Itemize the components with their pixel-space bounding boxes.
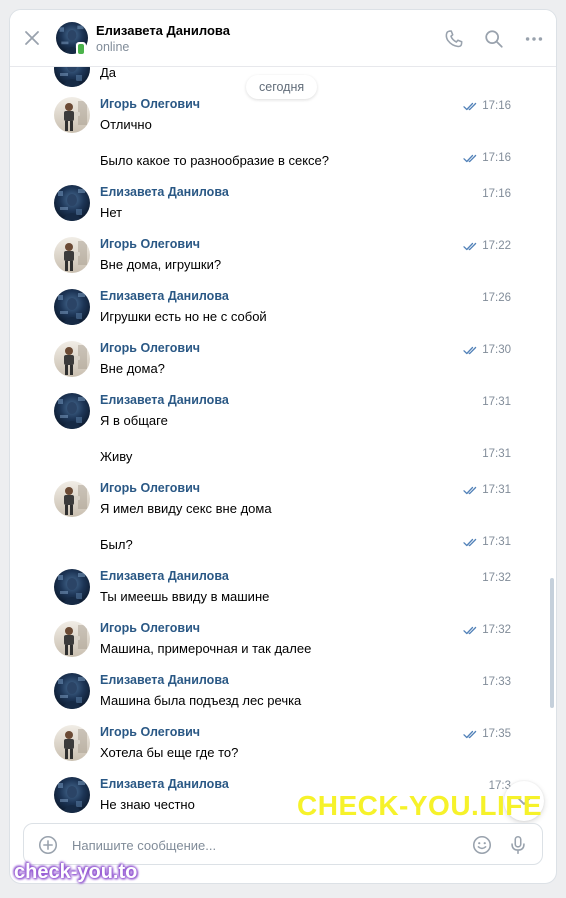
message-author[interactable]: Игорь Олегович xyxy=(100,237,200,251)
chat-window: Елизавета Данилова online Да сегодня Иго… xyxy=(9,9,557,884)
message-text: Да xyxy=(100,67,117,80)
avatar[interactable] xyxy=(54,67,90,87)
message-text: Машина была подъезд лес речка xyxy=(100,693,302,708)
microphone-icon[interactable] xyxy=(507,834,529,856)
avatar[interactable] xyxy=(54,185,90,221)
avatar[interactable] xyxy=(54,725,90,761)
read-check-icon xyxy=(463,626,478,635)
avatar[interactable] xyxy=(54,237,90,273)
message-time: 17:35 xyxy=(482,728,511,740)
attach-plus-icon[interactable] xyxy=(37,834,59,856)
message-author[interactable]: Игорь Олегович xyxy=(100,481,200,495)
message-history[interactable]: Да сегодня Игорь Олегович Отлично 17:16 … xyxy=(10,67,556,822)
message-text: Хотела бы еще где то? xyxy=(100,745,239,760)
avatar[interactable] xyxy=(54,97,90,133)
message-time: 17:22 xyxy=(482,240,511,252)
avatar[interactable] xyxy=(54,621,90,657)
message-time: 17:26 xyxy=(482,292,511,304)
watermark-large: CHECK-YOU.LIFE xyxy=(297,790,542,821)
date-divider: сегодня xyxy=(246,75,318,99)
message-text: Отлично xyxy=(100,117,152,132)
message-text: Я имел ввиду секс вне дома xyxy=(100,501,272,516)
message-author[interactable]: Елизавета Данилова xyxy=(100,777,229,791)
watermark-small: check-you.to xyxy=(14,861,138,883)
message-text: Живу xyxy=(100,449,133,464)
message-author[interactable]: Игорь Олегович xyxy=(100,97,200,111)
message-time: 17:30 xyxy=(482,344,511,356)
search-icon[interactable] xyxy=(483,28,505,50)
chat-header: Елизавета Данилова online xyxy=(10,10,556,67)
message-author[interactable]: Игорь Олегович xyxy=(100,341,200,355)
avatar[interactable] xyxy=(54,481,90,517)
scrollbar[interactable] xyxy=(550,578,554,708)
more-icon[interactable] xyxy=(523,28,545,50)
message-time: 17:16 xyxy=(482,100,511,112)
message-time: 17:31 xyxy=(482,448,511,460)
message-author[interactable]: Игорь Олегович xyxy=(100,621,200,635)
message-author[interactable]: Елизавета Данилова xyxy=(100,393,229,407)
message-author[interactable]: Елизавета Данилова xyxy=(100,569,229,583)
message-author[interactable]: Елизавета Данилова xyxy=(100,289,229,303)
read-check-icon xyxy=(463,242,478,251)
read-check-icon xyxy=(463,730,478,739)
contact-status: online xyxy=(96,40,130,54)
message-text: Нет xyxy=(100,205,123,220)
message-input[interactable] xyxy=(72,834,452,856)
message-composer xyxy=(23,823,543,865)
message-time: 17:31 xyxy=(482,396,511,408)
message-time: 17:31 xyxy=(482,536,511,548)
message-text: Игрушки есть но не с собой xyxy=(100,309,267,324)
message-text: Был? xyxy=(100,537,133,552)
message-time: 17:32 xyxy=(482,624,511,636)
avatar[interactable] xyxy=(54,393,90,429)
message-text: Я в общаге xyxy=(100,413,168,428)
read-check-icon xyxy=(463,538,478,547)
message-time: 17:16 xyxy=(482,188,511,200)
phone-icon[interactable] xyxy=(443,28,465,50)
message-time: 17:32 xyxy=(482,572,511,584)
read-check-icon xyxy=(463,346,478,355)
message-time: 17:33 xyxy=(482,676,511,688)
message-time: 17:16 xyxy=(482,152,511,164)
message-author[interactable]: Елизавета Данилова xyxy=(100,673,229,687)
message-time: 17:31 xyxy=(482,484,511,496)
read-check-icon xyxy=(463,486,478,495)
message-author[interactable]: Игорь Олегович xyxy=(100,725,200,739)
avatar[interactable] xyxy=(54,673,90,709)
message-author[interactable]: Елизавета Данилова xyxy=(100,185,229,199)
message-text: Было какое то разнообразие в сексе? xyxy=(100,153,329,168)
emoji-icon[interactable] xyxy=(471,834,493,856)
avatar[interactable] xyxy=(54,289,90,325)
avatar[interactable] xyxy=(54,569,90,605)
online-mobile-icon xyxy=(76,42,86,56)
read-check-icon xyxy=(463,102,478,111)
contact-name[interactable]: Елизавета Данилова xyxy=(96,23,230,38)
close-icon[interactable] xyxy=(22,28,42,48)
message-text: Вне дома, игрушки? xyxy=(100,257,222,272)
message-text: Не знаю честно xyxy=(100,797,195,812)
avatar[interactable] xyxy=(54,341,90,377)
read-check-icon xyxy=(463,154,478,163)
message-text: Ты имеешь ввиду в машине xyxy=(100,589,270,604)
message-text: Машина, примерочная и так далее xyxy=(100,641,312,656)
avatar[interactable] xyxy=(54,777,90,813)
message-text: Вне дома? xyxy=(100,361,165,376)
